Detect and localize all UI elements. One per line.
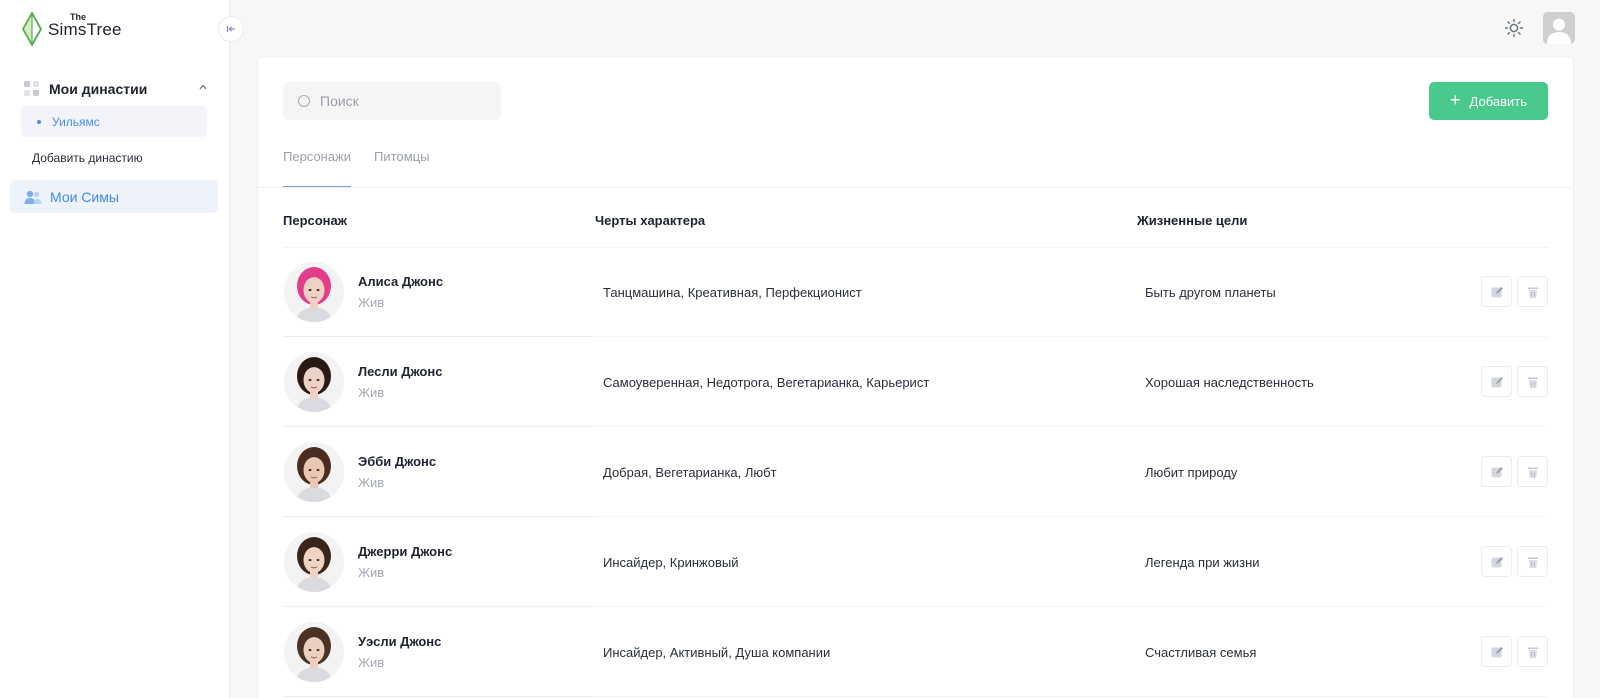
table-row[interactable]: Джерри Джонс Жив Инсайдер, Кринжовый Легенд… — [258, 517, 1575, 607]
sim-name[interactable]: Джерри Джонс — [358, 544, 452, 559]
sim-goal: Быть другом планеты — [1145, 285, 1276, 300]
add-button-label: Добавить — [1469, 93, 1527, 109]
tabs: Персонажи Питомцы — [283, 137, 452, 187]
sim-portrait-image — [284, 622, 344, 682]
sim-traits: Танцмашина, Креативная, Перфекционист — [603, 285, 862, 300]
edit-icon — [1491, 466, 1503, 477]
add-dynasty-link[interactable]: Добавить династию — [32, 151, 143, 165]
table-row[interactable]: Алиса Джонс Жив Танцмашина, Креативная, Пе… — [258, 247, 1575, 337]
delete-button[interactable] — [1517, 276, 1548, 307]
table-row[interactable]: Уэсли Джонс Жив Инсайдер, Активный, Душа к… — [258, 607, 1575, 697]
table-row[interactable]: Эбби Джонс Жив Добрая, Вегетарианка, Любт Л… — [258, 427, 1575, 517]
add-button[interactable]: + Добавить — [1429, 82, 1548, 120]
edit-icon — [1491, 556, 1503, 567]
dynasty-grid-icon — [24, 81, 40, 97]
sim-portrait-image — [284, 532, 344, 592]
nav-dynasties: Мои династии Уильямс — [10, 76, 218, 137]
sim-goal: Хорошая наследственность — [1145, 375, 1314, 390]
edit-icon — [1491, 376, 1503, 387]
sim-portrait-image — [284, 442, 344, 502]
user-avatar[interactable] — [1543, 12, 1575, 44]
edit-icon — [1491, 286, 1503, 297]
sidebar-item-dynasty[interactable]: Уильямс — [21, 106, 207, 137]
sim-goal: Легенда при жизни — [1145, 555, 1260, 570]
sim-portrait — [284, 262, 344, 322]
edit-icon — [1491, 646, 1503, 657]
delete-button[interactable] — [1517, 546, 1548, 577]
theme-toggle-button[interactable] — [1503, 17, 1525, 39]
table-header: Персонаж Черты характера Жизненные цели — [258, 206, 1573, 236]
sim-name[interactable]: Алиса Джонс — [358, 274, 443, 289]
trash-icon — [1527, 377, 1538, 388]
users-icon — [24, 190, 42, 204]
tab-characters[interactable]: Персонажи — [283, 137, 352, 187]
tab-pets[interactable]: Питомцы — [374, 137, 429, 187]
column-header-character: Персонаж — [283, 213, 347, 228]
sim-portrait — [284, 532, 344, 592]
chevron-up-icon[interactable] — [196, 82, 210, 96]
user-silhouette-icon — [1543, 12, 1575, 44]
tabs-divider — [258, 187, 1573, 188]
sidebar-item-my-sims-label: Мои Симы — [50, 188, 119, 205]
sim-status: Жив — [358, 565, 385, 580]
sim-portrait-image — [284, 262, 344, 322]
search-icon — [298, 95, 310, 107]
sim-traits: Инсайдер, Кринжовый — [603, 555, 739, 570]
delete-button[interactable] — [1517, 636, 1548, 667]
table-row[interactable]: Лесли Джонс Жив Самоуверенная, Недотрога, … — [258, 337, 1575, 427]
sim-traits: Инсайдер, Активный, Душа компании — [603, 645, 831, 660]
sim-status: Жив — [358, 385, 385, 400]
delete-button[interactable] — [1517, 456, 1548, 487]
sim-name[interactable]: Эбби Джонс — [358, 454, 436, 469]
sim-portrait-image — [284, 352, 344, 412]
plumbob-logo-icon — [22, 12, 42, 46]
trash-icon — [1527, 647, 1538, 658]
sim-portrait — [284, 622, 344, 682]
column-header-goals: Жизненные цели — [1137, 213, 1248, 228]
delete-button[interactable] — [1517, 366, 1548, 397]
edit-button[interactable] — [1481, 546, 1512, 577]
row-divider — [593, 696, 1548, 697]
edit-button[interactable] — [1481, 456, 1512, 487]
sim-status: Жив — [358, 475, 385, 490]
plus-icon: + — [1450, 90, 1461, 110]
edit-button[interactable] — [1481, 276, 1512, 307]
sim-portrait — [284, 442, 344, 502]
sim-name[interactable]: Лесли Джонс — [358, 364, 442, 379]
sim-goal: Любит природу — [1145, 465, 1238, 480]
sim-traits: Добрая, Вегетарианка, Любт — [603, 465, 777, 480]
sidebar-item-dynasty-label: Уильямс — [52, 114, 100, 129]
logo[interactable]: The SimsTree — [22, 12, 122, 46]
trash-icon — [1527, 287, 1538, 298]
sim-goal: Счастливая семья — [1145, 645, 1257, 660]
sidebar-item-my-sims[interactable]: Мои Симы — [10, 180, 218, 213]
logo-name: SimsTree — [48, 20, 122, 39]
sim-status: Жив — [358, 295, 385, 310]
nav-dynasties-header[interactable]: Мои династии — [10, 76, 218, 102]
sim-name[interactable]: Уэсли Джонс — [358, 634, 441, 649]
sim-portrait — [284, 352, 344, 412]
sun-icon — [1504, 18, 1524, 38]
trash-icon — [1527, 467, 1538, 478]
column-header-traits: Черты характера — [595, 213, 706, 228]
trash-icon — [1527, 557, 1538, 568]
sim-status: Жив — [358, 655, 385, 670]
search-input[interactable] — [320, 93, 490, 109]
edit-button[interactable] — [1481, 366, 1512, 397]
sim-traits: Самоуверенная, Недотрога, Вегетарианка, … — [603, 375, 930, 390]
search-box[interactable] — [283, 82, 501, 120]
main-card: + Добавить Персонажи Питомцы Персонаж Че… — [257, 56, 1574, 698]
edit-button[interactable] — [1481, 636, 1512, 667]
collapse-sidebar-button[interactable] — [218, 16, 244, 42]
row-divider — [283, 696, 593, 697]
sidebar: The SimsTree Мои династии Уильямс Добави… — [0, 0, 230, 698]
collapse-arrow-icon — [226, 26, 235, 32]
nav-dynasties-label: Мои династии — [49, 81, 148, 97]
bullet-icon — [37, 119, 41, 124]
